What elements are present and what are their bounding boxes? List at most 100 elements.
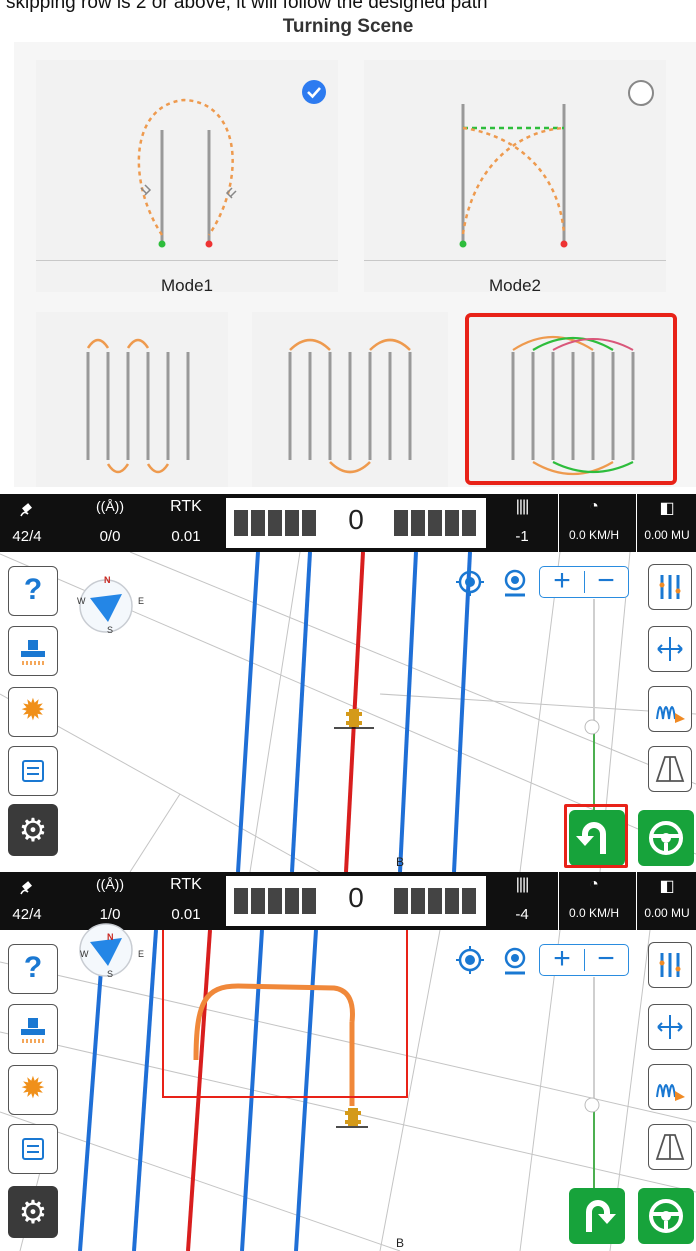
turn-path-highlight [162, 926, 408, 1098]
mode1-card[interactable]: Mode1 [36, 60, 338, 295]
zoom-in-button[interactable]: + [540, 942, 584, 976]
sun-icon: ✹ [20, 694, 46, 727]
rtk-stat: RTK 0.01 [156, 872, 216, 930]
satellite-count: 42/4 [12, 528, 42, 545]
wave-turn-button[interactable] [648, 686, 692, 732]
line-number: -1 [515, 528, 529, 545]
area-stat: ◧ 0.00 MU [636, 872, 696, 930]
turn-pattern-1-diagram [86, 338, 190, 474]
mode1-diagram [137, 98, 237, 248]
zoom-in-button[interactable]: + [540, 564, 584, 598]
perspective-icon [655, 756, 685, 782]
cross-track-bar: 0 [226, 876, 486, 926]
turn-pattern-2-diagram [288, 338, 412, 474]
ab-line-button[interactable] [648, 564, 692, 610]
satellite-count: 42/4 [12, 906, 42, 923]
mode2-label: Mode2 [489, 276, 541, 295]
shift-button[interactable] [648, 626, 692, 672]
turn-pattern-1-card[interactable] [36, 312, 228, 487]
auto-steer-button[interactable] [638, 810, 694, 866]
gear-icon: ⚙ [18, 812, 48, 848]
help-button[interactable]: ? [8, 566, 58, 616]
compass-e: E [138, 596, 145, 606]
gear-icon: ⚙ [18, 1194, 48, 1230]
compass-n: N [104, 575, 111, 585]
switch-line-icon [22, 1138, 44, 1160]
implement-button[interactable] [8, 1004, 58, 1054]
u-turn-button[interactable] [569, 1188, 625, 1244]
line-stat: |||| -4 [494, 872, 550, 930]
speed-stat: ◔ 0.0 KM/H [558, 494, 629, 552]
rtk-label: RTK [170, 498, 202, 515]
base-stat: ((Å)) 0/0 [80, 494, 140, 552]
brightness-button[interactable]: ✹ [8, 1065, 58, 1115]
implement-button[interactable] [8, 626, 58, 676]
question-icon: ? [23, 951, 43, 984]
u-turn-highlight [564, 804, 628, 868]
settings-button[interactable]: ⚙ [8, 1186, 58, 1238]
shift-button[interactable] [648, 1004, 692, 1050]
perspective-button[interactable] [648, 1124, 692, 1170]
turn-pattern-2-card[interactable] [252, 312, 448, 487]
navigation-screen-1: 42/4 ((Å)) 0/0 RTK 0.01 0 |||| -1 ◔ 0.0 … [0, 494, 696, 872]
perspective-button[interactable] [648, 746, 692, 792]
area-value: 0.00 MU [644, 528, 690, 542]
cross-track-bar: 0 [226, 498, 486, 548]
ab-line-icon [659, 953, 681, 977]
shift-icon [657, 1015, 683, 1039]
map-pin-button[interactable] [500, 568, 530, 598]
auto-steer-button[interactable] [638, 1188, 694, 1244]
area-icon: ◧ [659, 878, 675, 895]
b-point-label: B [396, 1236, 405, 1250]
satellite-stat: 42/4 [0, 872, 54, 930]
base-count: 0/0 [99, 528, 121, 545]
switch-line-button[interactable] [8, 746, 58, 796]
compass-w: W [80, 949, 89, 959]
speed-value: 0.0 KM/H [568, 528, 619, 542]
switch-line-button[interactable] [8, 1124, 58, 1174]
locate-button[interactable] [456, 568, 486, 598]
ab-line-icon [659, 575, 681, 599]
switch-line-icon [22, 760, 44, 782]
implement-icon [21, 1018, 45, 1043]
area-icon: ◧ [659, 500, 675, 517]
line-number-icon: |||| [515, 498, 530, 515]
map-pin-button[interactable] [500, 946, 530, 976]
zoom-out-button[interactable]: − [584, 564, 628, 598]
mode2-diagram [459, 104, 568, 248]
compass-n: N [107, 932, 114, 942]
mode1-label: Mode1 [161, 276, 213, 295]
ab-line-button[interactable] [648, 942, 692, 988]
shift-icon [657, 637, 683, 661]
compass-s: S [107, 625, 114, 635]
area-value: 0.00 MU [644, 906, 690, 920]
compass-e: E [138, 949, 145, 959]
steering-wheel-icon [649, 821, 683, 855]
tractor-icon [345, 1108, 361, 1126]
radio-antenna-icon: ((Å)) [96, 498, 124, 514]
wave-turn-icon [656, 706, 685, 723]
selected-pattern-highlight [465, 313, 677, 485]
rtk-stat: RTK 0.01 [156, 494, 216, 552]
speedometer-icon: ◔ [589, 498, 599, 515]
truncated-instruction-text: skipping row is 2 or above, it will foll… [6, 0, 488, 13]
steering-wheel-icon [649, 1199, 683, 1233]
turning-scene-title: Turning Scene [282, 16, 414, 37]
tractor-icon [346, 709, 362, 727]
line-number-icon: |||| [515, 876, 530, 893]
u-turn-icon [586, 1200, 616, 1232]
zoom-out-button[interactable]: − [584, 942, 628, 976]
help-button[interactable]: ? [8, 944, 58, 994]
navigation-screen-2: 42/4 ((Å)) 1/0 RTK 0.01 0 |||| -4 ◔ 0.0 … [0, 872, 696, 1251]
satellite-stat: 42/4 [0, 494, 54, 552]
b-point-label: B [396, 855, 405, 869]
compass-s: S [107, 969, 114, 979]
brightness-button[interactable]: ✹ [8, 687, 58, 737]
line-stat: |||| -1 [494, 494, 550, 552]
wave-turn-button[interactable] [648, 1064, 692, 1110]
zoom-control: + − [539, 942, 629, 976]
locate-button[interactable] [456, 946, 486, 976]
mode2-card[interactable]: Mode2 [364, 60, 666, 295]
area-stat: ◧ 0.00 MU [636, 494, 696, 552]
settings-button[interactable]: ⚙ [8, 804, 58, 856]
